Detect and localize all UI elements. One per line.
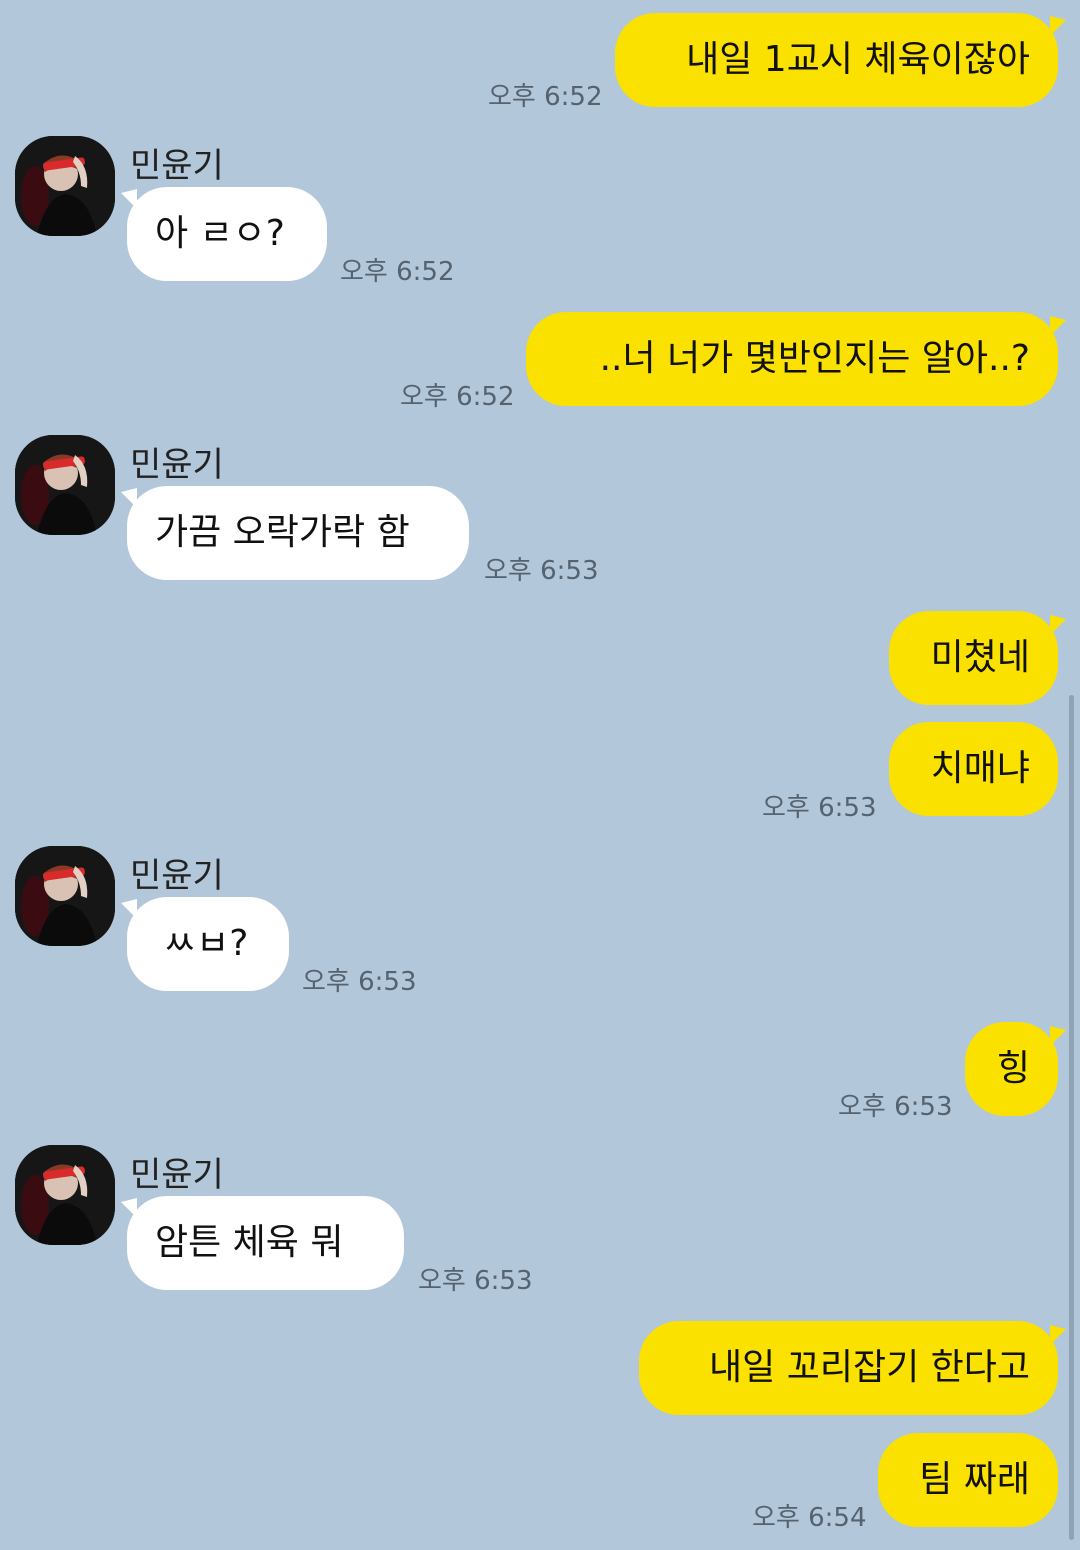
contact-name: 민윤기 [130, 445, 224, 485]
scrollbar[interactable] [1069, 695, 1074, 1540]
sent-message-bubble[interactable]: 미쳤네 [889, 611, 1058, 705]
message-timestamp: 오후 6:52 [488, 82, 603, 112]
received-message-bubble[interactable]: 암튼 체육 뭐 [127, 1196, 404, 1290]
profile-photo-icon [15, 435, 115, 535]
message-timestamp: 오후 6:53 [762, 793, 877, 823]
contact-avatar[interactable] [15, 435, 115, 535]
received-message-bubble[interactable]: 가끔 오락가락 함 [127, 486, 469, 580]
received-message-bubble[interactable]: 아 ㄹㅇ? [127, 187, 327, 281]
message-timestamp: 오후 6:52 [340, 257, 455, 287]
contact-name: 민윤기 [130, 1155, 224, 1195]
contact-avatar[interactable] [15, 136, 115, 236]
message-timestamp: 오후 6:54 [752, 1503, 867, 1533]
sent-message-bubble[interactable]: 치매냐 [889, 722, 1058, 816]
profile-photo-icon [15, 846, 115, 946]
message-timestamp: 오후 6:52 [400, 382, 515, 412]
sent-message-bubble[interactable]: 힝 [965, 1022, 1058, 1116]
sent-message-bubble[interactable]: 내일 1교시 체육이잖아 [615, 13, 1058, 107]
profile-photo-icon [15, 1145, 115, 1245]
contact-avatar[interactable] [15, 1145, 115, 1245]
contact-avatar[interactable] [15, 846, 115, 946]
profile-photo-icon [15, 136, 115, 236]
received-message-bubble[interactable]: ㅆㅂ? [127, 897, 289, 991]
message-timestamp: 오후 6:53 [302, 967, 417, 997]
message-timestamp: 오후 6:53 [484, 556, 599, 586]
contact-name: 민윤기 [130, 146, 224, 186]
message-timestamp: 오후 6:53 [838, 1092, 953, 1122]
sent-message-bubble[interactable]: 내일 꼬리잡기 한다고 [639, 1321, 1058, 1415]
contact-name: 민윤기 [130, 856, 224, 896]
message-timestamp: 오후 6:53 [418, 1266, 533, 1296]
sent-message-bubble[interactable]: ..너 너가 몇반인지는 알아..? [526, 312, 1058, 406]
sent-message-bubble[interactable]: 팀 짜래 [878, 1433, 1058, 1527]
